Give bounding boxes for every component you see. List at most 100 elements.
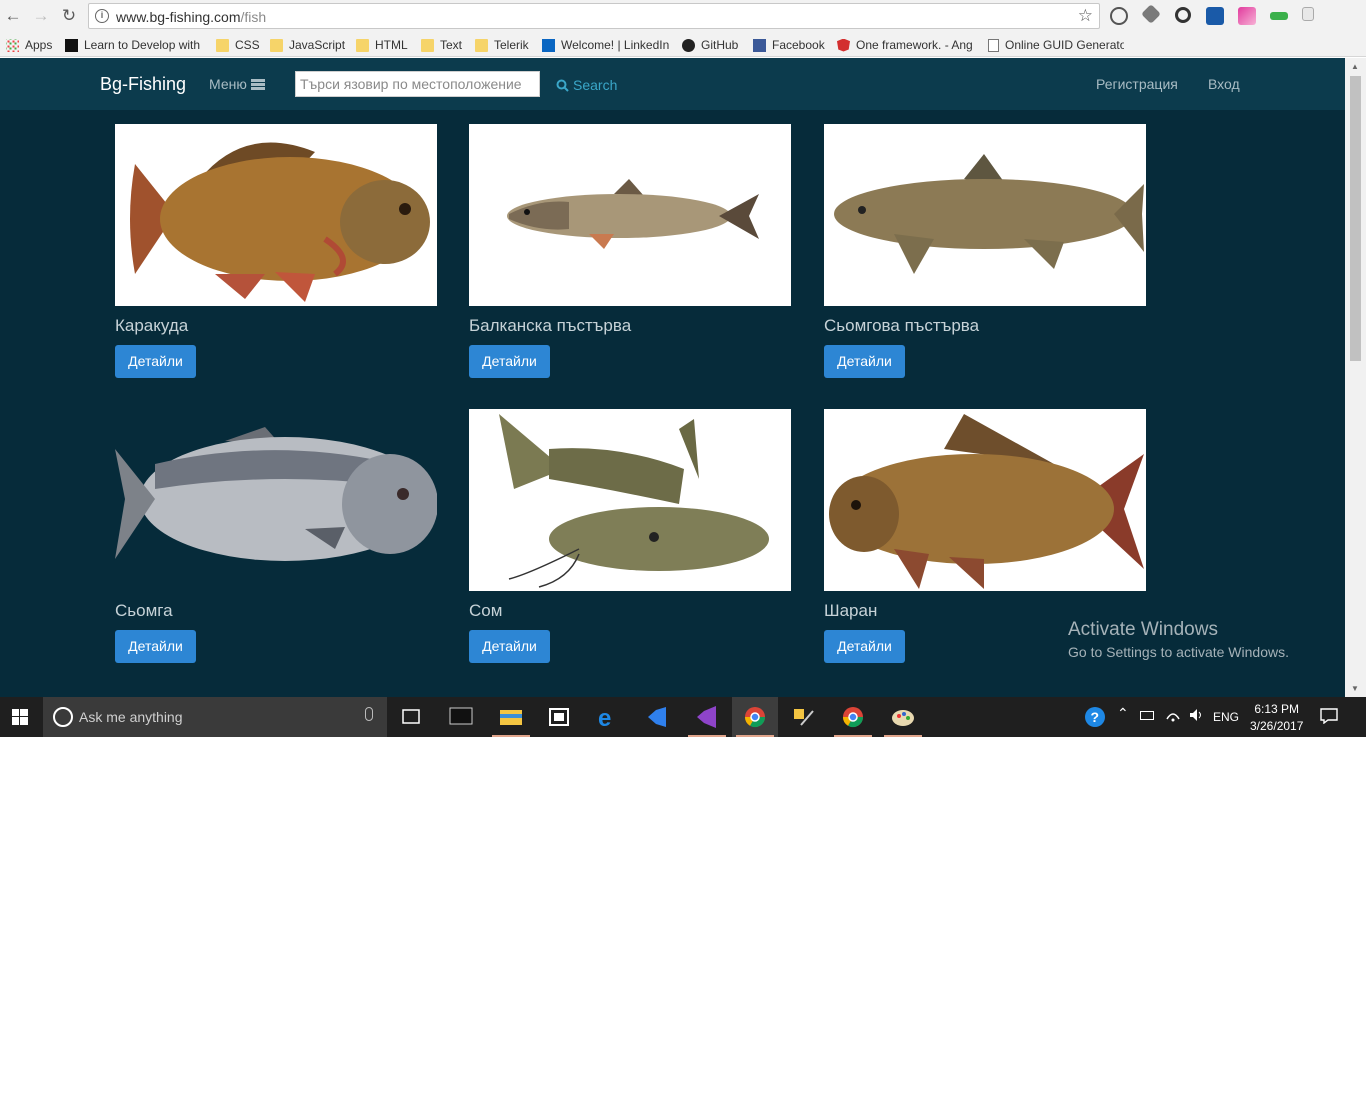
- forward-arrow-icon[interactable]: →: [30, 5, 52, 27]
- taskbar-app[interactable]: [830, 697, 876, 737]
- svg-text:?: ?: [1091, 709, 1100, 725]
- info-icon[interactable]: i: [95, 9, 109, 23]
- running-indicator: [736, 735, 774, 737]
- scroll-down-arrow-icon[interactable]: ▼: [1351, 684, 1359, 693]
- start-button[interactable]: [0, 697, 46, 737]
- extension-icon[interactable]: [1110, 7, 1128, 25]
- watermark-title: Activate Windows: [1068, 619, 1218, 640]
- activate-windows-watermark: Activate Windows Go to Settings to activ…: [1068, 619, 1289, 660]
- system-clock[interactable]: 6:13 PM 3/26/2017: [1250, 701, 1303, 735]
- fish-image[interactable]: [824, 124, 1146, 306]
- taskbar-app[interactable]: e: [585, 697, 631, 737]
- taskbar-app[interactable]: [684, 697, 730, 737]
- microphone-icon[interactable]: [365, 707, 373, 721]
- notifications-icon[interactable]: [1320, 708, 1338, 727]
- details-button[interactable]: Детайли: [824, 345, 905, 378]
- bookmark-label: HTML: [375, 38, 408, 52]
- apps-grid-icon: [6, 38, 19, 52]
- extension-icon[interactable]: [1141, 4, 1161, 24]
- chevron-up-icon[interactable]: ⌃: [1117, 705, 1129, 722]
- bookmark-facebook[interactable]: Facebook: [753, 37, 825, 53]
- fish-name: Каракуда: [115, 316, 189, 335]
- vscode-icon: [648, 707, 666, 727]
- battery-icon[interactable]: [1140, 711, 1154, 720]
- store-icon: [549, 708, 569, 726]
- search-button[interactable]: Search: [556, 77, 617, 93]
- site-brand[interactable]: Bg-Fishing: [100, 74, 186, 95]
- url-path: /fish: [240, 9, 267, 25]
- extension-icon[interactable]: [1206, 7, 1224, 25]
- task-view-button[interactable]: [388, 697, 434, 737]
- bookmark-label: CSS: [235, 38, 260, 52]
- login-link[interactable]: Вход: [1208, 76, 1240, 92]
- fish-image[interactable]: [469, 124, 791, 306]
- bookmark-html[interactable]: HTML: [356, 37, 408, 53]
- file-explorer-icon: [500, 710, 522, 725]
- fish-name: Сьомга: [115, 601, 173, 620]
- details-button[interactable]: Детайли: [115, 630, 196, 663]
- back-arrow-icon[interactable]: ←: [2, 5, 24, 27]
- scroll-thumb[interactable]: [1350, 76, 1361, 361]
- taskbar-app[interactable]: [634, 697, 680, 737]
- taskbar-app-active[interactable]: [732, 697, 778, 737]
- bookmark-css[interactable]: CSS: [216, 37, 260, 53]
- reservoir-search-input[interactable]: [295, 71, 540, 97]
- extension-icon[interactable]: [1238, 7, 1256, 25]
- details-button[interactable]: Детайли: [824, 630, 905, 663]
- register-link[interactable]: Регистрация: [1096, 76, 1178, 92]
- bookmark-telerik[interactable]: Telerik: [475, 37, 529, 53]
- menu-label: Меню: [209, 76, 247, 92]
- fish-image[interactable]: [469, 409, 791, 591]
- cortana-search-box[interactable]: Ask me anything: [43, 697, 387, 737]
- bookmark-star-icon[interactable]: ☆: [1078, 6, 1093, 26]
- balkan-trout-image: [507, 179, 759, 249]
- fish-image[interactable]: [824, 409, 1146, 591]
- bookmark-learn[interactable]: Learn to Develop with: [65, 37, 203, 53]
- bookmark-label: Text: [440, 38, 463, 52]
- address-bar[interactable]: i www.bg-fishing.com/fish ☆: [88, 3, 1100, 29]
- running-indicator: [884, 735, 922, 737]
- extension-icon[interactable]: [1302, 7, 1314, 21]
- details-button[interactable]: Детайли: [115, 345, 196, 378]
- help-icon[interactable]: ?: [1084, 706, 1106, 731]
- volume-icon[interactable]: [1188, 707, 1204, 726]
- taskbar-app[interactable]: [781, 697, 827, 737]
- clock-date: 3/26/2017: [1250, 719, 1304, 733]
- bookmark-text[interactable]: Text: [421, 37, 462, 53]
- extension-icon[interactable]: [1270, 12, 1288, 20]
- paint-icon: [892, 710, 914, 726]
- page-scrollbar[interactable]: ▲ ▼: [1345, 58, 1366, 697]
- search-label: Search: [573, 77, 618, 93]
- language-indicator[interactable]: ENG: [1213, 710, 1239, 724]
- scroll-up-arrow-icon[interactable]: ▲: [1351, 62, 1359, 71]
- bookmark-label: One framework. - Ang: [856, 38, 973, 52]
- svg-text:e: e: [598, 705, 611, 732]
- list-icon: [250, 78, 265, 91]
- menu-toggle[interactable]: Меню: [209, 76, 265, 92]
- bookmark-github[interactable]: GitHub: [682, 37, 738, 53]
- bookmark-linkedin[interactable]: Welcome! | LinkedIn: [542, 37, 669, 53]
- edge-icon: e: [598, 705, 611, 732]
- reload-icon[interactable]: ↻: [58, 5, 80, 27]
- taskbar-app[interactable]: [438, 697, 484, 737]
- taskbar-app[interactable]: [880, 697, 926, 737]
- folder-icon: [421, 38, 434, 52]
- fish-image[interactable]: [115, 409, 437, 591]
- fish-name: Сом: [469, 601, 503, 620]
- bookmark-javascript[interactable]: JavaScript: [270, 37, 345, 53]
- bookmark-guid[interactable]: Online GUID Generato: [988, 37, 1124, 53]
- bookmark-apps[interactable]: Apps: [6, 37, 52, 53]
- details-button[interactable]: Детайли: [469, 630, 550, 663]
- windows-logo-icon: [12, 709, 28, 725]
- extension-icon[interactable]: [1175, 7, 1191, 23]
- browser-toolbar: ← → ↻ i www.bg-fishing.com/fish ☆: [0, 0, 1366, 33]
- details-button[interactable]: Детайли: [469, 345, 550, 378]
- bookmark-angular[interactable]: One framework. - Ang: [837, 37, 973, 53]
- clock-time: 6:13 PM: [1254, 702, 1300, 716]
- folder-icon: [216, 38, 229, 52]
- wifi-icon[interactable]: [1165, 707, 1181, 726]
- taskbar-app[interactable]: [536, 697, 582, 737]
- fish-image[interactable]: [115, 124, 437, 306]
- taskbar-app[interactable]: [488, 697, 534, 737]
- cmd-icon: [449, 707, 473, 725]
